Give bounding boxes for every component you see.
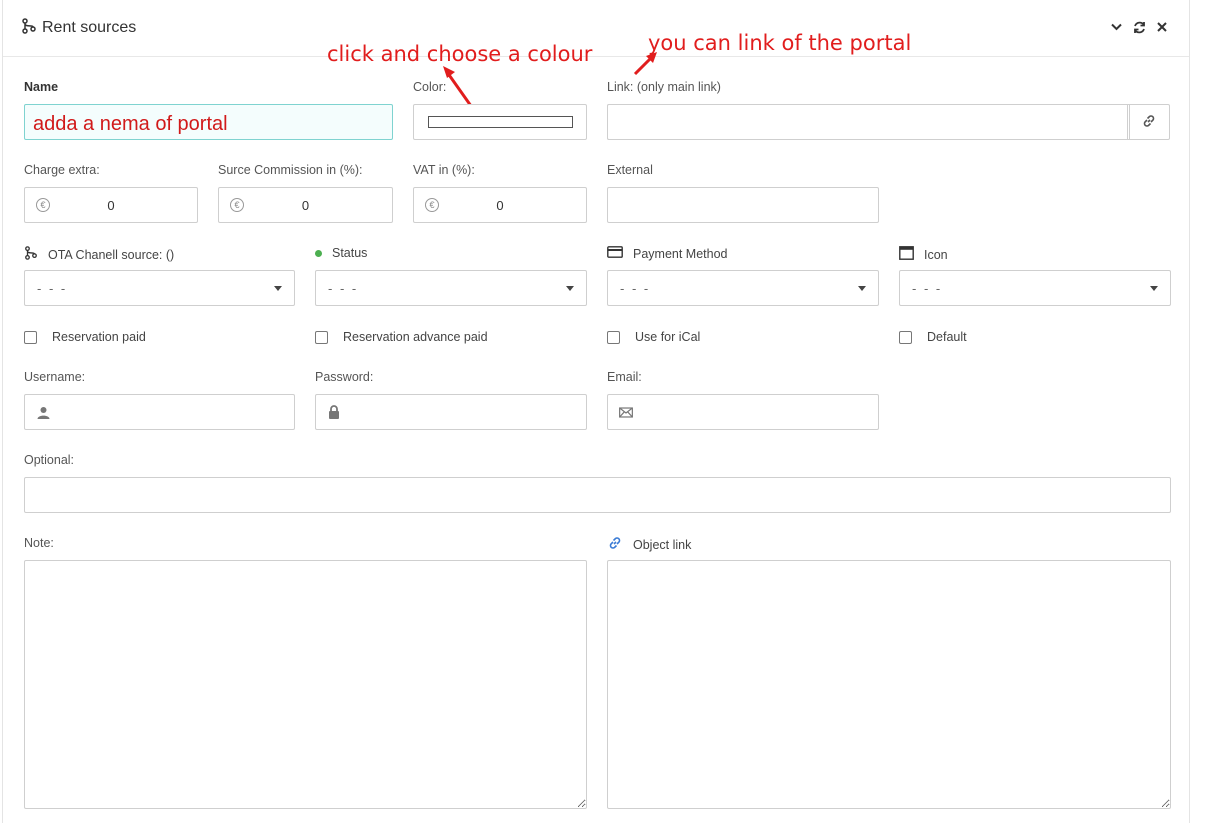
- color-picker[interactable]: [413, 104, 587, 140]
- link-label: Link: (only main link): [607, 80, 721, 94]
- use-for-ical-label: Use for iCal: [635, 330, 701, 344]
- checkbox-box[interactable]: [315, 330, 328, 344]
- caret-down-icon: [566, 286, 574, 291]
- credit-card-icon: [607, 246, 623, 261]
- window-icon: [899, 246, 914, 263]
- color-swatch: [428, 116, 573, 128]
- status-select-value: - - -: [328, 281, 359, 296]
- status-dot-icon: [315, 249, 322, 257]
- refresh-icon[interactable]: [1132, 19, 1146, 35]
- payment-method-select-value: - - -: [620, 281, 651, 296]
- annotation-link-hint: you can link of the portal: [648, 31, 912, 55]
- payment-method-label-text: Payment Method: [633, 246, 728, 261]
- note-label: Note:: [24, 536, 54, 550]
- link-button[interactable]: [1127, 105, 1169, 139]
- user-icon: [36, 405, 50, 419]
- surce-commission-label: Surce Commission in (%):: [218, 163, 363, 177]
- ota-label: OTA Chanell source: (): [24, 246, 174, 263]
- name-input[interactable]: adda a nema of portal: [24, 104, 393, 140]
- envelope-icon: [619, 405, 633, 419]
- charge-extra-value: 0: [107, 197, 115, 213]
- payment-method-select[interactable]: - - -: [607, 270, 879, 306]
- rent-sources-panel: Rent sources click and choose a colour y…: [2, 0, 1190, 823]
- name-label: Name: [24, 80, 59, 94]
- caret-down-icon: [274, 286, 282, 291]
- optional-input[interactable]: [24, 477, 1171, 513]
- charge-extra-input[interactable]: € 0: [24, 187, 198, 223]
- collapse-chevron-icon[interactable]: [1109, 19, 1123, 35]
- chain-link-icon: [607, 535, 623, 554]
- reservation-paid-checkbox[interactable]: Reservation paid: [24, 330, 146, 344]
- chain-link-icon: [1141, 113, 1157, 132]
- icon-select-value: - - -: [912, 281, 943, 296]
- payment-method-label: Payment Method: [607, 246, 728, 261]
- lock-icon: [327, 405, 341, 419]
- vat-input[interactable]: € 0: [413, 187, 587, 223]
- email-input[interactable]: [607, 394, 879, 430]
- reservation-paid-label: Reservation paid: [52, 330, 146, 344]
- default-checkbox[interactable]: Default: [899, 330, 967, 344]
- checkbox-box[interactable]: [899, 330, 912, 344]
- status-label: Status: [315, 246, 367, 260]
- checkbox-box[interactable]: [24, 330, 37, 344]
- status-label-text: Status: [332, 246, 368, 260]
- header-actions: [1109, 19, 1169, 35]
- username-label: Username:: [24, 370, 86, 384]
- icon-label-text: Icon: [924, 247, 948, 262]
- icon-label: Icon: [899, 246, 948, 263]
- panel-title: Rent sources: [42, 19, 137, 36]
- link-input[interactable]: [607, 104, 1130, 140]
- ota-select[interactable]: - - -: [24, 270, 295, 306]
- surce-commission-value: 0: [301, 197, 310, 213]
- panel-header: Rent sources: [3, 0, 1189, 57]
- caret-down-icon: [1150, 286, 1158, 291]
- caret-down-icon: [858, 286, 866, 291]
- name-input-value: adda a nema of portal: [33, 113, 228, 135]
- fork-source-icon: [22, 17, 36, 39]
- default-label: Default: [927, 330, 967, 344]
- link-input-group: [607, 104, 1170, 140]
- surce-commission-input[interactable]: € 0: [218, 187, 393, 223]
- fork-source-icon: [24, 246, 38, 263]
- object-link-textarea[interactable]: [607, 560, 1171, 809]
- reservation-advance-paid-checkbox[interactable]: Reservation advance paid: [315, 330, 488, 344]
- ota-select-value: - - -: [37, 281, 68, 296]
- use-for-ical-checkbox[interactable]: Use for iCal: [607, 330, 700, 344]
- email-label: Email:: [607, 370, 642, 384]
- optional-label: Optional:: [24, 453, 75, 467]
- annotation-arrow-link: [633, 52, 657, 76]
- external-input[interactable]: [607, 187, 879, 223]
- color-label: Color:: [413, 80, 447, 94]
- reservation-advance-paid-label: Reservation advance paid: [343, 330, 488, 344]
- username-input[interactable]: [24, 394, 295, 430]
- vat-label: VAT in (%):: [413, 163, 475, 177]
- charge-extra-label: Charge extra:: [24, 163, 100, 177]
- object-link-label-text: Object link: [633, 537, 692, 552]
- status-select[interactable]: - - -: [315, 270, 587, 306]
- external-label: External: [607, 163, 653, 177]
- icon-select[interactable]: - - -: [899, 270, 1171, 306]
- checkbox-box[interactable]: [607, 330, 620, 344]
- ota-label-text: OTA Chanell source: (): [48, 247, 175, 262]
- object-link-label: Object link: [607, 535, 691, 554]
- password-input[interactable]: [315, 394, 587, 430]
- close-icon[interactable]: [1155, 19, 1169, 35]
- password-label: Password:: [315, 370, 374, 384]
- note-textarea[interactable]: [24, 560, 587, 809]
- vat-value: 0: [496, 197, 504, 213]
